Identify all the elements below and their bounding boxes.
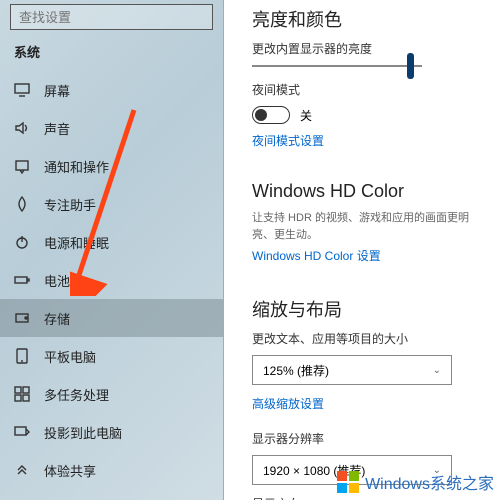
sidebar-item-label: 平板电脑: [44, 347, 96, 366]
tablet-icon: [14, 348, 30, 364]
sidebar-item-label: 屏幕: [44, 81, 70, 100]
focus-icon: [14, 196, 30, 212]
display-icon: [14, 82, 30, 98]
share-icon: [14, 462, 30, 478]
sidebar-item-label: 通知和操作: [44, 157, 109, 176]
sidebar-item-focus[interactable]: 专注助手: [0, 185, 223, 223]
watermark: Windows系统之家: [337, 470, 494, 494]
sidebar-item-label: 存储: [44, 309, 70, 328]
scale-value: 125% (推荐): [263, 362, 329, 379]
sidebar-item-label: 多任务处理: [44, 385, 109, 404]
watermark-text: Windows系统之家: [365, 470, 494, 494]
brightness-label: 更改内置显示器的亮度: [252, 40, 500, 57]
search-box[interactable]: [10, 4, 213, 30]
slider-thumb[interactable]: [407, 53, 414, 79]
notifications-icon: [14, 158, 30, 174]
brightness-title: 亮度和颜色: [252, 6, 500, 32]
sidebar-item-label: 专注助手: [44, 195, 96, 214]
scale-label1: 更改文本、应用等项目的大小: [252, 330, 500, 347]
orientation-label: 显示方向: [252, 495, 500, 500]
sidebar-item-label: 投影到此电脑: [44, 423, 122, 442]
scale-dropdown[interactable]: 125% (推荐) ⌄: [252, 355, 452, 385]
search-input[interactable]: [19, 10, 204, 25]
power-icon: [14, 234, 30, 250]
sidebar-item-battery[interactable]: 电池: [0, 261, 223, 299]
hdcolor-desc: 让支持 HDR 的视频、游戏和应用的画面更明亮、更生动。: [252, 210, 482, 243]
sidebar-item-tablet[interactable]: 平板电脑: [0, 337, 223, 375]
sidebar-item-multitask[interactable]: 多任务处理: [0, 375, 223, 413]
hdcolor-link[interactable]: Windows HD Color 设置: [252, 247, 500, 264]
sidebar-item-display[interactable]: 屏幕: [0, 71, 223, 109]
storage-icon: [14, 310, 30, 326]
sidebar-item-notifications[interactable]: 通知和操作: [0, 147, 223, 185]
sidebar-item-projecting[interactable]: 投影到此电脑: [0, 413, 223, 451]
windows-logo-icon: [337, 471, 359, 493]
sidebar-item-clipboard[interactable]: 剪贴板: [0, 489, 223, 500]
sidebar-item-sound[interactable]: 声音: [0, 109, 223, 147]
sidebar-item-label: 电源和睡眠: [44, 233, 109, 252]
night-mode-settings-link[interactable]: 夜间模式设置: [252, 132, 500, 149]
brightness-slider[interactable]: [252, 65, 422, 67]
advanced-scale-link[interactable]: 高级缩放设置: [252, 395, 500, 412]
chevron-down-icon: ⌄: [433, 365, 441, 376]
sidebar-item-shared[interactable]: 体验共享: [0, 451, 223, 489]
sidebar-item-power[interactable]: 电源和睡眠: [0, 223, 223, 261]
scale-title: 缩放与布局: [252, 296, 500, 322]
multitask-icon: [14, 386, 30, 402]
sound-icon: [14, 120, 30, 136]
battery-icon: [14, 272, 30, 288]
night-mode-label: 夜间模式: [252, 81, 500, 98]
sidebar-item-storage[interactable]: 存储: [0, 299, 223, 337]
project-icon: [14, 424, 30, 440]
nav-list: 屏幕 声音 通知和操作 专注助手 电源和睡眠 电池: [0, 71, 223, 500]
toggle-state: 关: [300, 107, 312, 124]
toggle-knob: [255, 109, 267, 121]
hdcolor-title: Windows HD Color: [252, 181, 500, 202]
night-mode-toggle[interactable]: [252, 106, 290, 124]
sidebar-item-label: 电池: [44, 271, 70, 290]
sidebar-item-label: 体验共享: [44, 461, 96, 480]
sidebar: 系统 屏幕 声音 通知和操作 专注助手 电源和睡眠: [0, 0, 224, 500]
sidebar-item-label: 声音: [44, 119, 70, 138]
content-pane: 亮度和颜色 更改内置显示器的亮度 夜间模式 关 夜间模式设置 Windows H…: [224, 0, 500, 500]
category-header: 系统: [0, 38, 223, 71]
resolution-label: 显示器分辨率: [252, 430, 500, 447]
